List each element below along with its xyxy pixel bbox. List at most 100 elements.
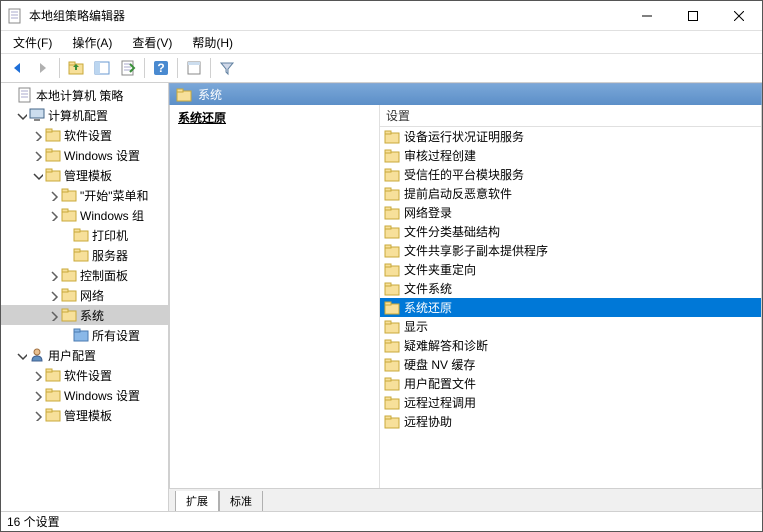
app-icon: [7, 8, 23, 24]
chevron-right-icon[interactable]: [47, 209, 59, 221]
chevron-right-icon[interactable]: [31, 369, 43, 381]
folder-icon: [384, 319, 400, 335]
list-item[interactable]: 文件共享影子副本提供程序: [380, 241, 761, 260]
folder-icon: [384, 300, 400, 316]
chevron-right-icon[interactable]: [47, 289, 59, 301]
menu-view[interactable]: 查看(V): [128, 32, 176, 53]
help-button[interactable]: ?: [149, 56, 173, 80]
tree-wincomp[interactable]: Windows 组: [1, 205, 168, 225]
folder-icon: [384, 167, 400, 183]
chevron-right-icon[interactable]: [47, 269, 59, 281]
folder-icon: [384, 338, 400, 354]
forward-button[interactable]: [31, 56, 55, 80]
folder-icon: [73, 227, 89, 243]
folder-icon: [384, 262, 400, 278]
close-button[interactable]: [716, 1, 762, 30]
folder-icon: [176, 87, 192, 103]
minimize-button[interactable]: [624, 1, 670, 30]
folder-icon: [45, 147, 61, 163]
list-item[interactable]: 硬盘 NV 缓存: [380, 355, 761, 374]
chevron-right-icon[interactable]: [47, 189, 59, 201]
folder-icon: [73, 247, 89, 263]
list-item[interactable]: 系统还原: [380, 298, 761, 317]
maximize-button[interactable]: [670, 1, 716, 30]
list-item[interactable]: 审核过程创建: [380, 146, 761, 165]
tree-windows[interactable]: Windows 设置: [1, 145, 168, 165]
computer-icon: [29, 107, 45, 123]
chevron-right-icon[interactable]: [47, 309, 59, 321]
chevron-right-icon[interactable]: [31, 149, 43, 161]
chevron-down-icon[interactable]: [31, 169, 43, 181]
tree-root[interactable]: 本地计算机 策略: [1, 85, 168, 105]
folder-icon: [61, 307, 77, 323]
tree-network[interactable]: 网络: [1, 285, 168, 305]
folder-icon: [61, 187, 77, 203]
list-item[interactable]: 网络登录: [380, 203, 761, 222]
list-item[interactable]: 设备运行状况证明服务: [380, 127, 761, 146]
list-column-header[interactable]: 设置: [380, 105, 761, 127]
list-body[interactable]: 设备运行状况证明服务审核过程创建受信任的平台模块服务提前启动反恶意软件网络登录文…: [380, 127, 761, 488]
tree-user-config[interactable]: 用户配置: [1, 345, 168, 365]
menu-action[interactable]: 操作(A): [68, 32, 116, 53]
tree-panel[interactable]: 本地计算机 策略 计算机配置 软件设置 Windows 设置 管理模板 "开始"…: [1, 83, 169, 511]
tab-standard[interactable]: 标准: [219, 491, 263, 511]
folder-icon: [45, 367, 61, 383]
filter-button[interactable]: [215, 56, 239, 80]
folder-icon: [384, 129, 400, 145]
folder-icon: [45, 387, 61, 403]
content-header: 系统: [169, 83, 762, 105]
list-item[interactable]: 疑难解答和诊断: [380, 336, 761, 355]
toolbar: ?: [1, 53, 762, 83]
tree-printers[interactable]: 打印机: [1, 225, 168, 245]
folder-icon: [45, 167, 61, 183]
tree-user-windows[interactable]: Windows 设置: [1, 385, 168, 405]
up-button[interactable]: [64, 56, 88, 80]
tree-software[interactable]: 软件设置: [1, 125, 168, 145]
folder-icon: [384, 224, 400, 240]
chevron-right-icon[interactable]: [31, 409, 43, 421]
chevron-right-icon[interactable]: [31, 129, 43, 141]
chevron-right-icon[interactable]: [31, 389, 43, 401]
tree-user-templates[interactable]: 管理模板: [1, 405, 168, 425]
back-button[interactable]: [5, 56, 29, 80]
folder-icon: [384, 243, 400, 259]
chevron-down-icon[interactable]: [15, 109, 27, 121]
list-item[interactable]: 受信任的平台模块服务: [380, 165, 761, 184]
tab-extended[interactable]: 扩展: [175, 491, 219, 511]
list-item[interactable]: 文件分类基础结构: [380, 222, 761, 241]
properties-button[interactable]: [182, 56, 206, 80]
menu-help[interactable]: 帮助(H): [188, 32, 237, 53]
chevron-down-icon[interactable]: [15, 349, 27, 361]
folder-icon: [61, 287, 77, 303]
folder-icon: [384, 376, 400, 392]
tree-templates[interactable]: 管理模板: [1, 165, 168, 185]
list-item[interactable]: 提前启动反恶意软件: [380, 184, 761, 203]
list-item[interactable]: 文件夹重定向: [380, 260, 761, 279]
export-button[interactable]: [116, 56, 140, 80]
folder-icon: [384, 395, 400, 411]
tree-servers[interactable]: 服务器: [1, 245, 168, 265]
tree-computer-config[interactable]: 计算机配置: [1, 105, 168, 125]
list-item[interactable]: 文件系统: [380, 279, 761, 298]
show-hide-tree-button[interactable]: [90, 56, 114, 80]
svg-text:?: ?: [157, 61, 164, 75]
list-item[interactable]: 远程过程调用: [380, 393, 761, 412]
tree-start[interactable]: "开始"菜单和: [1, 185, 168, 205]
folder-blue-icon: [73, 327, 89, 343]
tab-strip: 扩展 标准: [169, 489, 762, 511]
tree-control[interactable]: 控制面板: [1, 265, 168, 285]
tree-system[interactable]: 系统: [1, 305, 168, 325]
menu-file[interactable]: 文件(F): [9, 32, 56, 53]
tree-all[interactable]: 所有设置: [1, 325, 168, 345]
menu-bar: 文件(F) 操作(A) 查看(V) 帮助(H): [1, 31, 762, 53]
list-item[interactable]: 远程协助: [380, 412, 761, 431]
list-item[interactable]: 用户配置文件: [380, 374, 761, 393]
header-title: 系统: [198, 86, 222, 103]
folder-icon: [384, 357, 400, 373]
status-text: 16 个设置: [7, 513, 60, 530]
tree-user-software[interactable]: 软件设置: [1, 365, 168, 385]
folder-icon: [384, 414, 400, 430]
folder-icon: [384, 148, 400, 164]
detail-heading[interactable]: 系统还原: [178, 109, 371, 126]
list-item[interactable]: 显示: [380, 317, 761, 336]
